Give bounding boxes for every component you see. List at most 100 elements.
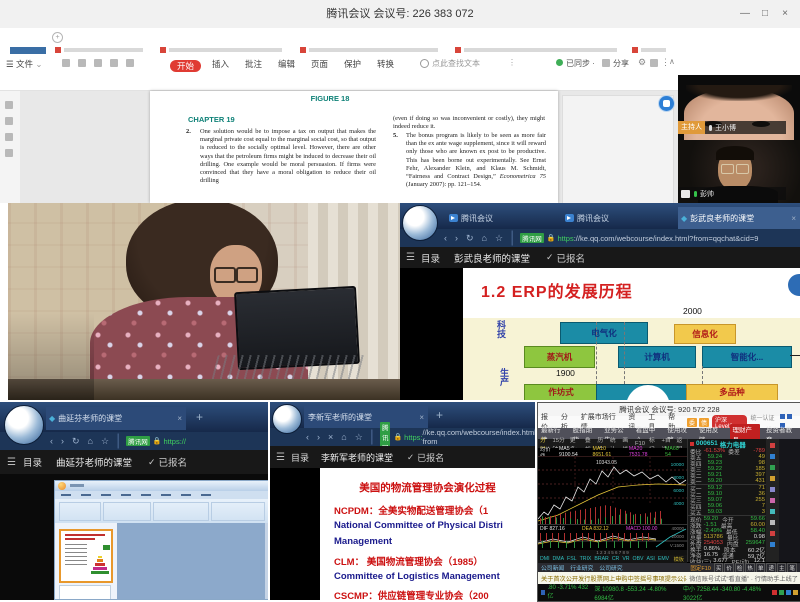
- ind-obv[interactable]: OBV: [633, 556, 644, 562]
- doc-tab[interactable]: [632, 47, 666, 54]
- new-tab-button[interactable]: +: [196, 410, 203, 424]
- menu-icon[interactable]: ☰: [406, 252, 415, 263]
- tab-insert[interactable]: 插入: [212, 58, 229, 70]
- address-bar[interactable]: //ke.qq.com/webcourse/index.html?from: [423, 428, 536, 446]
- toc-button[interactable]: 目录: [291, 451, 309, 464]
- doc-tab[interactable]: [55, 47, 143, 54]
- mini-tab[interactable]: 笔: [787, 563, 797, 573]
- browser-tab-active[interactable]: 李新军老师的课堂×: [304, 406, 428, 428]
- home-icon[interactable]: ⌂: [482, 233, 487, 243]
- forward-icon[interactable]: ›: [317, 432, 320, 442]
- tab-company-research[interactable]: 公司研究: [599, 563, 622, 572]
- browser-tab[interactable]: 腾讯会议: [446, 207, 558, 229]
- forward-icon[interactable]: ›: [455, 233, 458, 243]
- browser-logo[interactable]: [4, 405, 44, 445]
- video-tile-participant[interactable]: 彭帅: [678, 140, 800, 203]
- forward-icon[interactable]: ›: [61, 436, 64, 446]
- ticker-announcement[interactable]: 关于首次公开发行股票网上申购中签摇号事项提示公告: [541, 574, 686, 583]
- save-icon[interactable]: [78, 59, 86, 67]
- ind-dmi[interactable]: DMI: [540, 556, 550, 562]
- redo-icon[interactable]: [126, 59, 134, 67]
- tab-close-icon[interactable]: ×: [791, 214, 800, 223]
- side-toolbar-icons[interactable]: [766, 439, 779, 562]
- news-ticker[interactable]: 关于首次公开发行股票网上申购中签摇号事项提示公告 · 微信账号试试“看直播” ·…: [538, 572, 800, 584]
- tool-icon[interactable]: [770, 443, 775, 448]
- browser-tab-active[interactable]: ◆彭武良老师的课堂×: [678, 207, 800, 229]
- favorite-star-icon[interactable]: ☆: [355, 432, 363, 443]
- scrollbar[interactable]: [265, 523, 268, 599]
- tab-convert[interactable]: 转换: [377, 58, 394, 70]
- mini-tab[interactable]: 买: [714, 563, 724, 573]
- ind-brar[interactable]: BRAR: [594, 556, 608, 562]
- tab-page[interactable]: 页面: [311, 58, 328, 70]
- settings-gear-icon[interactable]: ⚙: [638, 57, 646, 68]
- mini-tab[interactable]: 价: [724, 563, 734, 573]
- url-scheme[interactable]: https:: [404, 433, 422, 442]
- back-icon[interactable]: ‹: [444, 233, 447, 243]
- url-scheme[interactable]: https: [557, 234, 573, 243]
- search-more-icon[interactable]: ⋮: [508, 58, 516, 67]
- tab-company-news[interactable]: 公司新闻: [541, 563, 564, 572]
- template-button[interactable]: 模板: [674, 556, 684, 563]
- comment-bubble-icon[interactable]: [650, 59, 658, 67]
- tool-icon[interactable]: [770, 487, 775, 492]
- ind-fsl[interactable]: FSL: [567, 556, 577, 562]
- status-icon[interactable]: [786, 590, 791, 595]
- home-icon[interactable]: ⌂: [341, 432, 346, 442]
- star-icon[interactable]: [5, 149, 13, 157]
- home-icon[interactable]: ⌂: [88, 436, 93, 446]
- browser-tab[interactable]: 腾讯会议: [562, 207, 674, 229]
- mini-tab[interactable]: 递: [766, 563, 776, 573]
- ind-asi[interactable]: ASI: [647, 556, 655, 562]
- mini-tab[interactable]: 热: [745, 563, 755, 573]
- back-icon[interactable]: ‹: [50, 436, 53, 446]
- toc-button[interactable]: 目录: [23, 455, 42, 469]
- pin-f10-button[interactable]: 固定F10: [690, 564, 710, 572]
- tool-icon[interactable]: [770, 454, 775, 459]
- hamburger-icon[interactable]: ☰: [6, 59, 14, 69]
- collapse-ribbon-icon[interactable]: ∧: [669, 57, 675, 66]
- tab-edit[interactable]: 编辑: [278, 58, 295, 70]
- browser-logo[interactable]: [402, 205, 438, 241]
- ind-vr[interactable]: VR: [622, 556, 629, 562]
- slide-thumbnail[interactable]: [59, 585, 111, 600]
- new-tab-button[interactable]: +: [436, 408, 443, 422]
- browser-logo[interactable]: [272, 404, 302, 434]
- ind-cr[interactable]: CR: [612, 556, 620, 562]
- slide-thumbnail-selected[interactable]: [59, 529, 113, 583]
- share-button[interactable]: 分享: [613, 58, 629, 69]
- maximize-button[interactable]: □: [758, 8, 772, 19]
- back-icon[interactable]: ‹: [306, 432, 309, 442]
- annotation-icon[interactable]: [5, 133, 13, 141]
- tool-icon[interactable]: [770, 465, 775, 470]
- close-button[interactable]: ×: [778, 8, 792, 19]
- ticker-promo[interactable]: · 微信账号试试“看直播” · 行情助手上线了: [686, 574, 798, 583]
- bookmark-icon[interactable]: [5, 117, 13, 125]
- minimize-button[interactable]: —: [738, 8, 752, 19]
- address-bar[interactable]: ://ke.qq.com/webcourse/index.html?from=q…: [574, 234, 759, 243]
- tool-icon[interactable]: [770, 542, 775, 547]
- print-icon[interactable]: [94, 59, 102, 67]
- browser-tab-active[interactable]: ◆曲延芬老师的课堂×: [46, 407, 186, 430]
- address-bar[interactable]: https://: [163, 437, 186, 446]
- refresh-icon[interactable]: ↻: [466, 233, 474, 244]
- open-icon[interactable]: [62, 59, 70, 67]
- tool-icon[interactable]: [770, 520, 775, 525]
- tool-icon[interactable]: [770, 498, 775, 503]
- status-icon[interactable]: [793, 590, 798, 595]
- ind-trix[interactable]: TRIX: [580, 556, 592, 562]
- ind-dma[interactable]: DMA: [553, 556, 565, 562]
- stop-icon[interactable]: ×: [328, 432, 333, 442]
- tab-comment[interactable]: 批注: [245, 58, 262, 70]
- tab-close-icon[interactable]: ×: [177, 414, 186, 423]
- favorite-star-icon[interactable]: ☆: [495, 233, 503, 244]
- search-icon[interactable]: [420, 59, 429, 68]
- tab-protect[interactable]: 保护: [344, 58, 361, 70]
- menu-icon[interactable]: ☰: [7, 457, 16, 468]
- mini-tab[interactable]: 单: [756, 563, 766, 573]
- toc-button[interactable]: 目录: [421, 251, 440, 265]
- tool-icon[interactable]: [770, 476, 775, 481]
- undo-icon[interactable]: [110, 59, 118, 67]
- status-icon[interactable]: [779, 590, 784, 595]
- tool-icon[interactable]: [770, 509, 775, 514]
